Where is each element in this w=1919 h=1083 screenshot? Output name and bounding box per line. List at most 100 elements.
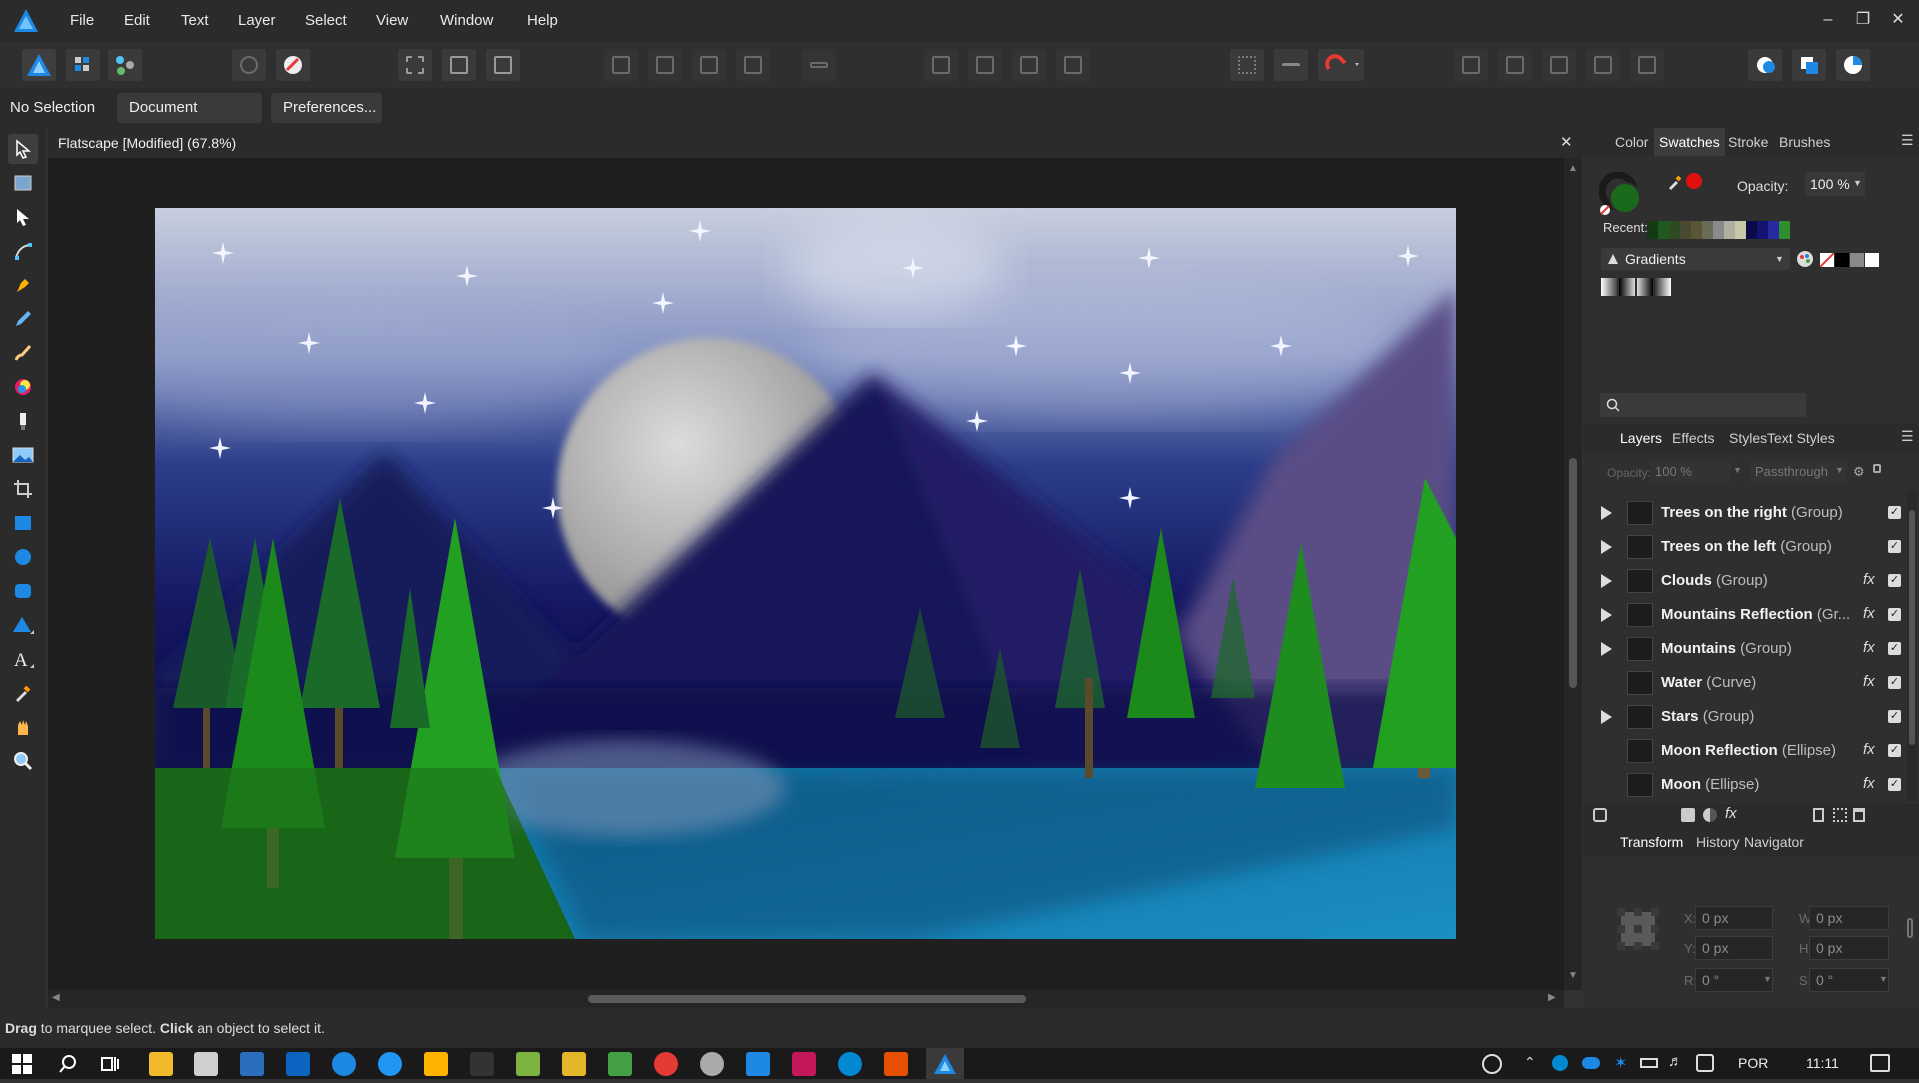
chrome-icon[interactable] — [654, 1052, 678, 1076]
swatch-none[interactable] — [1819, 252, 1835, 268]
divide-boolean-icon[interactable] — [1630, 49, 1664, 81]
recent-swatch[interactable] — [1702, 221, 1713, 239]
y-field[interactable]: 0 px — [1695, 936, 1773, 960]
editor-icon[interactable] — [792, 1052, 816, 1076]
gradient-swatch[interactable] — [1655, 278, 1671, 296]
tab-history[interactable]: History — [1696, 828, 1740, 856]
expand-arrow-icon[interactable] — [1601, 506, 1612, 520]
tab-brushes[interactable]: Brushes — [1779, 128, 1830, 156]
search-taskbar-icon[interactable] — [58, 1054, 78, 1074]
lock-icon[interactable] — [1873, 464, 1881, 473]
recent-swatch[interactable] — [1724, 221, 1735, 239]
pencil-tool-icon[interactable] — [8, 304, 38, 334]
close-document-icon[interactable]: ✕ — [1560, 128, 1573, 158]
preferences-button[interactable]: Preferences... — [271, 93, 382, 123]
fx-icon[interactable]: fx — [1863, 673, 1875, 690]
intersect-boolean-icon[interactable] — [1542, 49, 1576, 81]
color-picker-icon[interactable] — [1667, 174, 1683, 190]
restore-icon[interactable]: ❐ — [1843, 0, 1883, 42]
swatch-white[interactable] — [1865, 253, 1879, 267]
affinity-logo-icon[interactable] — [12, 7, 40, 35]
chrome-dev-icon[interactable] — [700, 1052, 724, 1076]
visibility-checkbox[interactable]: ✓ — [1888, 676, 1901, 689]
tab-color[interactable]: Color — [1615, 128, 1648, 156]
node-tool-icon[interactable] — [8, 202, 38, 232]
add-pixel-layer-icon[interactable] — [1833, 808, 1847, 822]
visibility-checkbox[interactable]: ✓ — [1888, 574, 1901, 587]
close-window-icon[interactable]: ✕ — [1878, 0, 1918, 42]
internet-explorer-icon[interactable] — [378, 1052, 402, 1076]
rotate-left-icon[interactable] — [1012, 49, 1046, 81]
recent-swatch[interactable] — [1658, 221, 1669, 239]
menu-window[interactable]: Window — [440, 0, 493, 42]
vertical-scrollbar[interactable]: ▲ ▼ — [1564, 158, 1582, 990]
visibility-checkbox[interactable]: ✓ — [1888, 744, 1901, 757]
export-persona-icon[interactable] — [108, 49, 142, 81]
link-aspect-icon[interactable] — [1907, 918, 1913, 938]
layers-scroll-thumb[interactable] — [1909, 510, 1915, 745]
skype-icon[interactable] — [838, 1052, 862, 1076]
recent-swatch[interactable] — [1746, 221, 1757, 239]
h-field[interactable]: 0 px — [1809, 936, 1889, 960]
tab-effects[interactable]: Effects — [1672, 424, 1715, 452]
move-tool-icon[interactable] — [8, 134, 38, 164]
swatch-search-field[interactable] — [1600, 393, 1806, 417]
picked-color-swatch[interactable] — [1686, 173, 1702, 189]
todo-icon[interactable] — [746, 1052, 770, 1076]
expand-arrow-icon[interactable] — [1601, 608, 1612, 622]
layer-row[interactable]: Water (Curve) fx ✓ — [1597, 666, 1915, 700]
layer-row[interactable]: Trees on the right (Group) ✓ — [1597, 496, 1915, 530]
scroll-left-icon[interactable]: ◀ — [52, 992, 60, 1003]
palette-dropdown[interactable]: Gradients ▼ — [1601, 248, 1790, 270]
menu-view[interactable]: View — [376, 0, 408, 42]
artboard-tool-icon[interactable] — [8, 168, 38, 198]
recent-swatch[interactable] — [1735, 221, 1746, 239]
assistant-icon[interactable] — [232, 49, 266, 81]
tab-stroke[interactable]: Stroke — [1728, 128, 1768, 156]
move-back-icon[interactable] — [604, 49, 638, 81]
add-boolean-icon[interactable] — [1454, 49, 1488, 81]
menu-file[interactable]: File — [70, 0, 94, 42]
app-icon[interactable] — [194, 1052, 218, 1076]
recent-swatch[interactable] — [1647, 221, 1658, 239]
select-all-icon[interactable] — [398, 49, 432, 81]
scroll-right-icon[interactable]: ▶ — [1548, 992, 1556, 1003]
menu-layer[interactable]: Layer — [238, 0, 276, 42]
scroll-down-icon[interactable]: ▼ — [1568, 970, 1578, 981]
color-picker-tool-icon[interactable] — [8, 678, 38, 708]
menu-text[interactable]: Text — [181, 0, 209, 42]
language-indicator[interactable]: POR — [1738, 1048, 1768, 1079]
palette-options-icon[interactable] — [1796, 250, 1814, 268]
place-image-tool-icon[interactable] — [8, 440, 38, 470]
affinity-taskbar-button[interactable] — [926, 1048, 964, 1079]
gradient-swatch[interactable] — [1619, 278, 1635, 296]
panel-menu-icon[interactable]: ☰ — [1901, 132, 1914, 149]
pixel-persona-icon[interactable] — [66, 49, 100, 81]
tab-navigator[interactable]: Navigator — [1744, 828, 1804, 856]
transparency-tool-icon[interactable] — [8, 406, 38, 436]
scroll-up-icon[interactable]: ▲ — [1568, 163, 1578, 174]
tab-transform[interactable]: Transform — [1615, 828, 1688, 856]
visual-studio-code-icon[interactable] — [240, 1052, 264, 1076]
recent-swatch[interactable] — [1669, 221, 1680, 239]
designer-persona-icon[interactable] — [22, 49, 56, 81]
outlook-icon[interactable] — [286, 1052, 310, 1076]
select-none-icon[interactable] — [442, 49, 476, 81]
onedrive-icon[interactable] — [1582, 1057, 1600, 1069]
task-view-icon[interactable] — [100, 1054, 120, 1074]
edge-icon[interactable] — [332, 1052, 356, 1076]
document-tab[interactable]: Flatscape [Modified] (67.8%) ✕ — [48, 128, 1583, 158]
file-explorer-icon[interactable] — [149, 1052, 173, 1076]
align-icon[interactable] — [802, 49, 836, 81]
point-transform-tool-icon[interactable] — [8, 236, 38, 266]
gradient-swatch[interactable] — [1601, 278, 1617, 296]
rotation-field[interactable]: 0 ° — [1695, 968, 1773, 992]
recent-swatch[interactable] — [1713, 221, 1724, 239]
artwork[interactable] — [155, 208, 1456, 939]
shear-field[interactable]: 0 ° — [1809, 968, 1889, 992]
crop-tool-icon[interactable] — [8, 474, 38, 504]
zoom-tool-icon[interactable] — [8, 746, 38, 776]
tab-swatches[interactable]: Swatches — [1654, 128, 1725, 156]
fill-stroke-wells[interactable] — [1598, 171, 1643, 216]
layer-row[interactable]: Stars (Group) ✓ — [1597, 700, 1915, 734]
